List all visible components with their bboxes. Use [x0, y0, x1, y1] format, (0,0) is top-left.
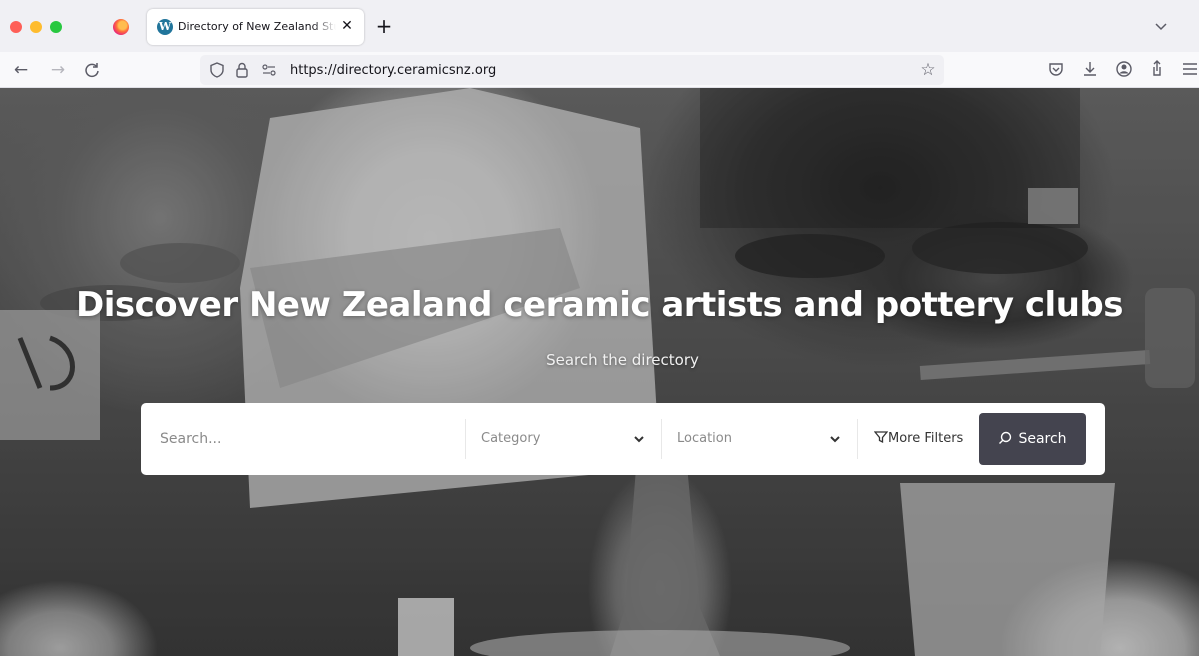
chevron-down-icon: [830, 436, 840, 443]
category-select[interactable]: Category: [465, 403, 661, 475]
share-icon[interactable]: [1147, 59, 1167, 79]
bookmark-star-icon[interactable]: ☆: [918, 60, 938, 80]
firefox-icon[interactable]: [113, 19, 129, 35]
tab-title: Directory of New Zealand Studio Potters: [178, 20, 336, 33]
browser-tab-active[interactable]: W Directory of New Zealand Studio Potter…: [147, 9, 364, 45]
pocket-icon[interactable]: [1046, 59, 1066, 79]
address-bar[interactable]: https://directory.ceramicsnz.org ☆: [200, 55, 944, 85]
list-all-tabs-icon[interactable]: [1151, 16, 1171, 36]
back-arrow-icon[interactable]: ←: [10, 59, 32, 81]
search-button-label: Search: [1018, 431, 1067, 447]
hero-background-photo: [0, 88, 1195, 656]
shield-icon[interactable]: [208, 61, 226, 79]
forward-arrow-icon[interactable]: →: [47, 59, 69, 81]
new-tab-button[interactable]: +: [374, 16, 394, 36]
tab-close-icon[interactable]: ✕: [338, 17, 356, 35]
location-select[interactable]: Location: [661, 403, 857, 475]
more-filters-label: More Filters: [888, 431, 964, 446]
maximize-window-button[interactable]: [50, 21, 62, 33]
browser-tab-bar: W Directory of New Zealand Studio Potter…: [0, 0, 1199, 52]
hero-subtitle: Search the directory: [546, 351, 699, 369]
hero-section: Discover New Zealand ceramic artists and…: [0, 88, 1199, 656]
search-button[interactable]: Search: [979, 413, 1086, 465]
menu-icon[interactable]: [1180, 59, 1199, 79]
permissions-icon[interactable]: [260, 61, 278, 79]
download-icon[interactable]: [1080, 59, 1100, 79]
category-select-label: Category: [481, 431, 541, 446]
location-select-label: Location: [677, 431, 732, 446]
more-filters-button[interactable]: More Filters: [873, 429, 964, 449]
reload-icon[interactable]: [81, 59, 103, 81]
url-text[interactable]: https://directory.ceramicsnz.org: [290, 63, 496, 78]
lock-icon[interactable]: [233, 61, 251, 79]
wordpress-icon: W: [157, 19, 173, 35]
filter-icon: [873, 431, 889, 444]
directory-search-form: Category Location More Filters Search: [141, 403, 1105, 475]
search-input[interactable]: [141, 403, 465, 475]
browser-nav-bar: ← → https://directory.ceramicsnz.org ☆: [0, 52, 1199, 88]
chevron-down-icon: [634, 436, 644, 443]
hero-title: Discover New Zealand ceramic artists and…: [76, 285, 1123, 325]
divider: [857, 419, 858, 459]
close-window-button[interactable]: [10, 21, 22, 33]
account-icon[interactable]: [1114, 59, 1134, 79]
minimize-window-button[interactable]: [30, 21, 42, 33]
search-icon: [999, 431, 1012, 444]
